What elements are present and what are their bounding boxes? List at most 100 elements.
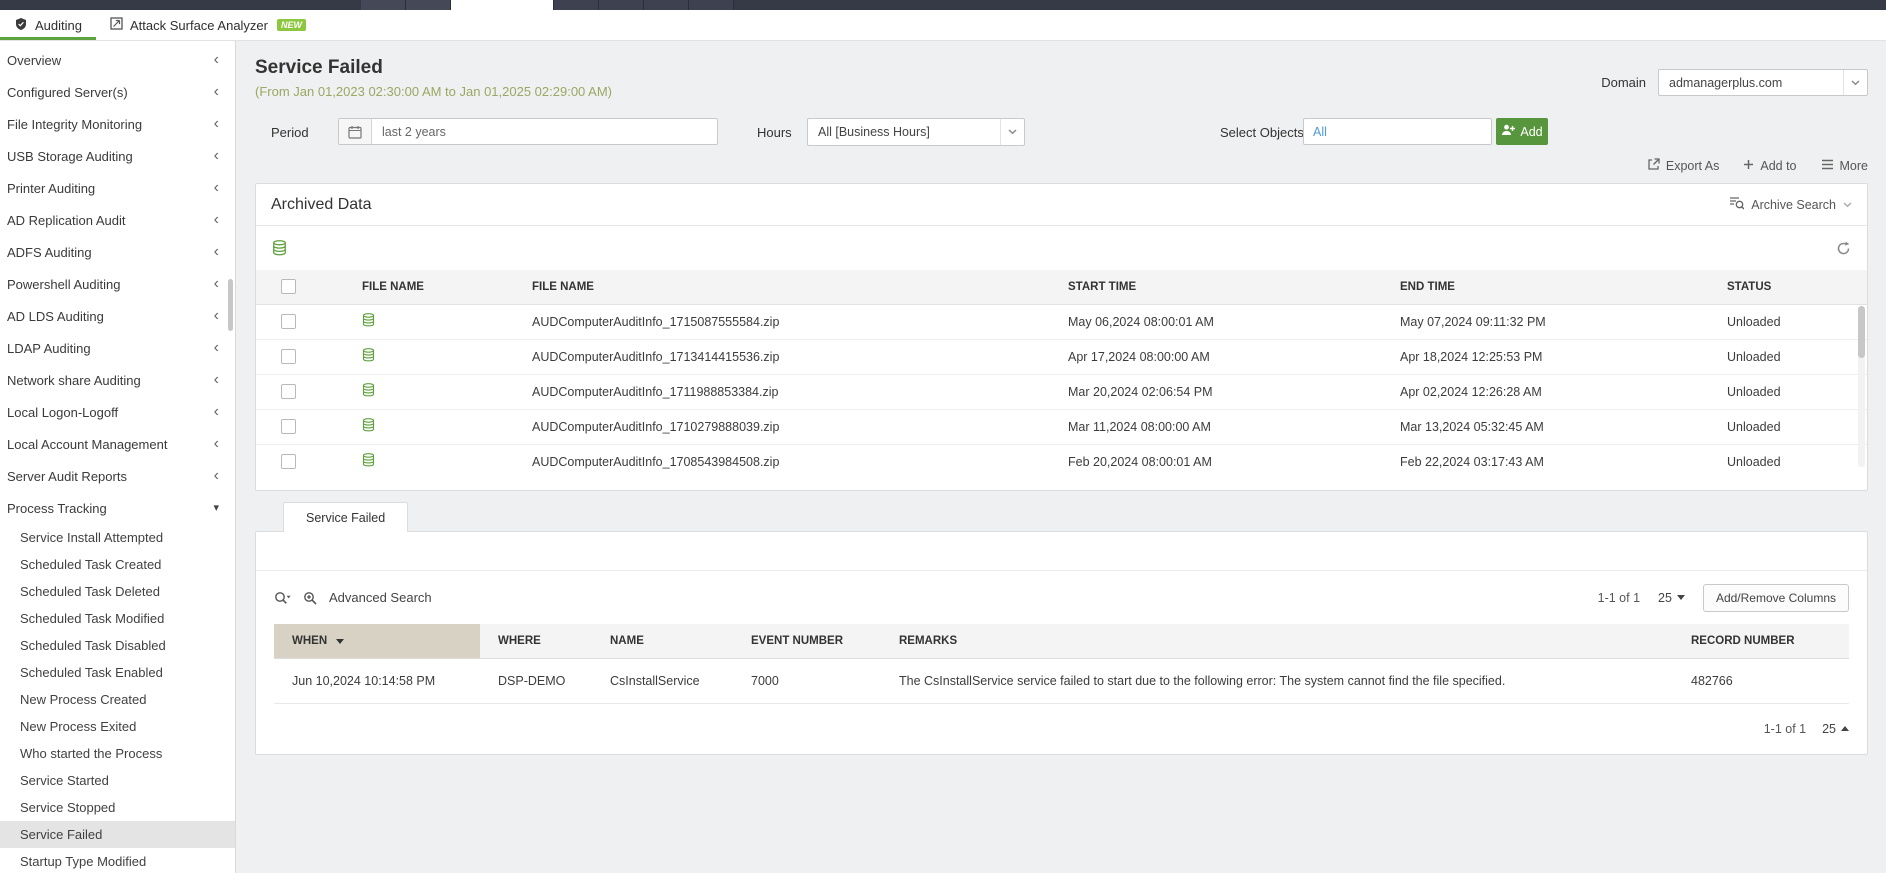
col-file-icon[interactable]: FILE NAME bbox=[342, 270, 512, 305]
add-to-button[interactable]: Add to bbox=[1743, 159, 1797, 173]
auditing-icon bbox=[14, 17, 28, 34]
sidebar-subitem-label: Startup Type Modified bbox=[20, 854, 147, 869]
sidebar-subitem[interactable]: Scheduled Task Disabled bbox=[0, 632, 235, 659]
scrollbar-thumb[interactable] bbox=[1858, 306, 1865, 358]
sidebar-subitem[interactable]: Who started the Process bbox=[0, 740, 235, 767]
report-table-row[interactable]: Jun 10,2024 10:14:58 PM DSP-DEMO CsInsta… bbox=[274, 658, 1849, 704]
sidebar-subitem[interactable]: New Process Exited bbox=[0, 713, 235, 740]
top-nav-tab-active[interactable] bbox=[451, 0, 553, 10]
select-objects-input[interactable]: All bbox=[1303, 118, 1492, 145]
top-nav-tab[interactable] bbox=[689, 0, 733, 10]
database-icon[interactable] bbox=[272, 240, 287, 256]
tab-auditing[interactable]: Auditing bbox=[0, 10, 96, 40]
archived-table-row[interactable]: AUDComputerAuditInfo_1715087555584.zip M… bbox=[256, 304, 1867, 340]
chevron-left-icon: ‹ bbox=[213, 83, 219, 100]
advanced-search-label[interactable]: Advanced Search bbox=[329, 590, 432, 605]
archived-table: FILE NAME FILE NAME START TIME END TIME … bbox=[256, 270, 1867, 470]
sidebar-item[interactable]: LDAP Auditing ‹ ▾ bbox=[0, 332, 235, 364]
sidebar-item[interactable]: Local Logon-Logoff ‹ ▾ bbox=[0, 396, 235, 428]
domain-select[interactable]: admanagerplus.com bbox=[1658, 69, 1868, 96]
domain-control: Domain admanagerplus.com bbox=[1601, 69, 1868, 96]
col-name[interactable]: NAME bbox=[592, 624, 733, 659]
row-checkbox[interactable] bbox=[281, 314, 296, 330]
sidebar-item[interactable]: File Integrity Monitoring ‹ ▾ bbox=[0, 108, 235, 140]
sidebar-subitem[interactable]: Service Stopped bbox=[0, 794, 235, 821]
col-file-name[interactable]: FILE NAME bbox=[512, 270, 1048, 305]
sidebar-item[interactable]: Powershell Auditing ‹ ▾ bbox=[0, 268, 235, 300]
add-objects-button[interactable]: Add bbox=[1496, 118, 1548, 145]
top-nav-tab[interactable] bbox=[644, 0, 688, 10]
sidebar-item-label: AD Replication Audit bbox=[7, 212, 126, 228]
top-nav-strip bbox=[0, 0, 1886, 10]
chevron-left-icon: ‹ bbox=[213, 211, 219, 228]
row-checkbox[interactable] bbox=[281, 419, 296, 435]
row-checkbox[interactable] bbox=[281, 454, 296, 470]
col-record-number[interactable]: RECORD NUMBER bbox=[1673, 624, 1849, 659]
add-remove-columns-button[interactable]: Add/Remove Columns bbox=[1702, 583, 1849, 612]
sidebar-subitem[interactable]: Scheduled Task Created bbox=[0, 551, 235, 578]
row-checkbox[interactable] bbox=[281, 384, 296, 400]
advanced-search-icon[interactable] bbox=[303, 591, 317, 605]
sidebar-item[interactable]: Server Audit Reports ‹ ▾ bbox=[0, 460, 235, 492]
col-where[interactable]: WHERE bbox=[480, 624, 592, 659]
refresh-icon[interactable] bbox=[1836, 241, 1851, 256]
sidebar-subitem[interactable]: Scheduled Task Modified bbox=[0, 605, 235, 632]
sidebar-item[interactable]: AD LDS Auditing ‹ ▾ bbox=[0, 300, 235, 332]
sidebar-item[interactable]: USB Storage Auditing ‹ ▾ bbox=[0, 140, 235, 172]
sidebar-item[interactable]: ADFS Auditing ‹ ▾ bbox=[0, 236, 235, 268]
hours-select[interactable]: All [Business Hours] bbox=[807, 118, 1025, 146]
sidebar-subitem-label: New Process Exited bbox=[20, 719, 137, 734]
tab-service-failed[interactable]: Service Failed bbox=[283, 502, 409, 532]
chevron-left-icon: ‹ bbox=[213, 371, 219, 388]
person-add-icon bbox=[1501, 124, 1516, 139]
sidebar-subitem[interactable]: Service Started bbox=[0, 767, 235, 794]
triangle-up-icon bbox=[1841, 726, 1849, 731]
top-nav-tab[interactable] bbox=[406, 0, 450, 10]
col-end-time[interactable]: END TIME bbox=[1380, 270, 1707, 305]
sidebar-subitem[interactable]: Scheduled Task Deleted bbox=[0, 578, 235, 605]
tab-attack-surface-analyzer[interactable]: Attack Surface Analyzer NEW bbox=[96, 10, 320, 40]
sidebar-subitem[interactable]: Service Install Attempted bbox=[0, 524, 235, 551]
archived-table-row[interactable]: AUDComputerAuditInfo_1708543984508.zip F… bbox=[256, 444, 1867, 470]
sidebar-item[interactable]: Configured Server(s) ‹ ▾ bbox=[0, 76, 235, 108]
plus-icon bbox=[1743, 159, 1754, 173]
search-dropdown-icon[interactable] bbox=[274, 591, 291, 605]
sidebar-subitem[interactable]: New Process Created bbox=[0, 686, 235, 713]
period-input[interactable]: last 2 years bbox=[338, 118, 718, 145]
archived-table-scrollbar[interactable] bbox=[1858, 306, 1865, 467]
archive-search-button[interactable]: Archive Search bbox=[1729, 196, 1852, 213]
sidebar-item-label: Printer Auditing bbox=[7, 180, 96, 196]
sidebar-item[interactable]: AD Replication Audit ‹ ▾ bbox=[0, 204, 235, 236]
archived-table-row[interactable]: AUDComputerAuditInfo_1710279888039.zip M… bbox=[256, 409, 1867, 445]
page-size-dropdown[interactable]: 25 bbox=[1658, 591, 1685, 605]
top-nav-tab[interactable] bbox=[554, 0, 598, 10]
row-checkbox[interactable] bbox=[281, 349, 296, 365]
sidebar-scrollbar[interactable] bbox=[228, 279, 233, 331]
sidebar-item-label: USB Storage Auditing bbox=[7, 148, 133, 164]
more-button[interactable]: More bbox=[1821, 159, 1868, 173]
archive-file-icon bbox=[362, 383, 375, 400]
col-event-number[interactable]: EVENT NUMBER bbox=[733, 624, 881, 659]
archived-table-row[interactable]: AUDComputerAuditInfo_1711988853384.zip M… bbox=[256, 374, 1867, 410]
col-start-time[interactable]: START TIME bbox=[1048, 270, 1380, 305]
sidebar-subitem[interactable]: Service Failed bbox=[0, 821, 235, 848]
calendar-icon[interactable] bbox=[339, 119, 372, 144]
archived-table-row[interactable]: AUDComputerAuditInfo_1713414415536.zip A… bbox=[256, 339, 1867, 375]
sidebar-item[interactable]: Network share Auditing ‹ ▾ bbox=[0, 364, 235, 396]
sidebar-item[interactable]: Process Tracking ‹ ▾ bbox=[0, 492, 235, 524]
export-as-button[interactable]: Export As bbox=[1647, 158, 1719, 174]
sidebar-subitem[interactable]: Scheduled Task Enabled bbox=[0, 659, 235, 686]
sidebar-subitem[interactable]: Startup Type Modified bbox=[0, 848, 235, 873]
col-when-sorted[interactable]: WHEN bbox=[274, 624, 480, 659]
top-nav-tab[interactable] bbox=[361, 0, 405, 10]
col-status[interactable]: STATUS bbox=[1707, 270, 1867, 305]
sidebar-item[interactable]: Local Account Management ‹ ▾ bbox=[0, 428, 235, 460]
start-time-cell: Apr 17,2024 08:00:00 AM bbox=[1048, 339, 1380, 375]
top-nav-tab[interactable] bbox=[599, 0, 643, 10]
bottom-page-size-dropdown[interactable]: 25 bbox=[1822, 722, 1849, 736]
triangle-down-icon bbox=[1676, 595, 1685, 600]
select-all-checkbox[interactable] bbox=[281, 279, 296, 295]
sidebar-item[interactable]: Printer Auditing ‹ ▾ bbox=[0, 172, 235, 204]
sidebar-item[interactable]: Overview ‹ ▾ bbox=[0, 44, 235, 76]
col-remarks[interactable]: REMARKS bbox=[881, 624, 1673, 659]
